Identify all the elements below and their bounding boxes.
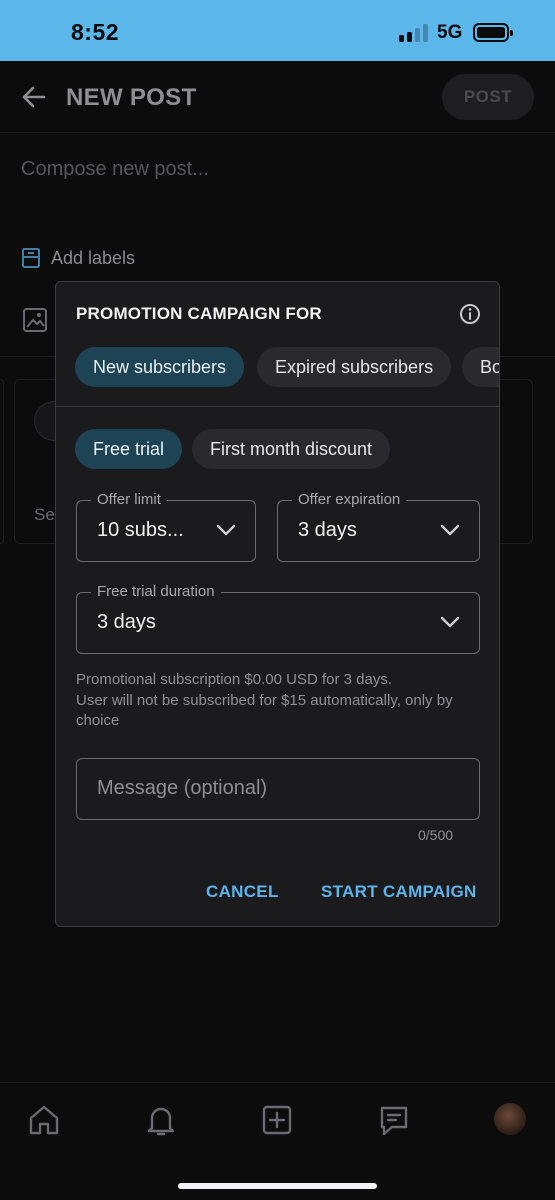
message-input[interactable]: Message (optional) [76, 758, 480, 820]
compose-input[interactable]: Compose new post... [21, 158, 209, 181]
dialog-title: PROMOTION CAMPAIGN FOR [76, 304, 322, 323]
bell-icon[interactable] [143, 1102, 179, 1138]
image-icon[interactable] [22, 307, 48, 333]
free-trial-duration-select[interactable]: Free trial duration 3 days [76, 583, 480, 654]
signal-icon [399, 24, 429, 42]
promotion-campaign-dialog: PROMOTION CAMPAIGN FOR New subscribers E… [55, 281, 500, 927]
post-button[interactable]: POST [442, 74, 534, 120]
divider [56, 406, 499, 407]
offer-limit-label: Offer limit [91, 491, 167, 508]
message-icon[interactable] [376, 1102, 412, 1138]
add-icon[interactable] [259, 1102, 295, 1138]
status-bar: 8:52 5G [0, 0, 555, 61]
background-card-text: Se [34, 505, 55, 524]
chip-expired-subscribers[interactable]: Expired subscribers [257, 347, 452, 387]
offer-expiration-label: Offer expiration [292, 491, 407, 508]
message-placeholder: Message (optional) [97, 777, 268, 799]
character-counter: 0/500 [418, 827, 454, 843]
home-indicator [178, 1183, 377, 1189]
chip-free-trial[interactable]: Free trial [75, 429, 183, 469]
offer-limit-value: 10 subs... [97, 519, 184, 541]
offer-expiration-value: 3 days [298, 519, 357, 541]
info-icon[interactable] [459, 303, 481, 325]
profile-avatar[interactable] [494, 1103, 526, 1135]
header: NEW POST POST [0, 61, 555, 133]
add-labels-label: Add labels [51, 247, 136, 268]
chip-new-subscribers[interactable]: New subscribers [75, 347, 245, 387]
free-trial-duration-value: 3 days [97, 611, 156, 633]
battery-icon [473, 23, 513, 42]
cancel-button[interactable]: CANCEL [206, 882, 279, 902]
free-trial-duration-label: Free trial duration [91, 583, 221, 600]
chevron-down-icon [440, 524, 460, 536]
home-icon[interactable] [26, 1102, 62, 1138]
chevron-down-icon [440, 616, 460, 628]
label-icon [22, 248, 40, 268]
helper-line: User will not be subscribed for $15 auto… [76, 691, 453, 730]
back-arrow-icon[interactable] [20, 83, 48, 111]
helper-line: Promotional subscription $0.00 USD for 3… [76, 671, 392, 688]
chip-more-audience[interactable]: Bo [462, 347, 499, 387]
network-label: 5G [437, 22, 463, 43]
add-labels-button[interactable]: Add labels [21, 247, 135, 269]
chevron-down-icon [216, 524, 236, 536]
offer-expiration-select[interactable]: Offer expiration 3 days [277, 491, 480, 562]
page-title: NEW POST [66, 84, 197, 111]
background-card [0, 379, 4, 544]
promotion-helper-text: Promotional subscription $0.00 USD for 3… [76, 670, 481, 732]
start-campaign-button[interactable]: START CAMPAIGN [321, 882, 477, 902]
status-time: 8:52 [71, 19, 120, 45]
chip-first-month-discount[interactable]: First month discount [192, 429, 391, 469]
offer-limit-select[interactable]: Offer limit 10 subs... [76, 491, 256, 562]
